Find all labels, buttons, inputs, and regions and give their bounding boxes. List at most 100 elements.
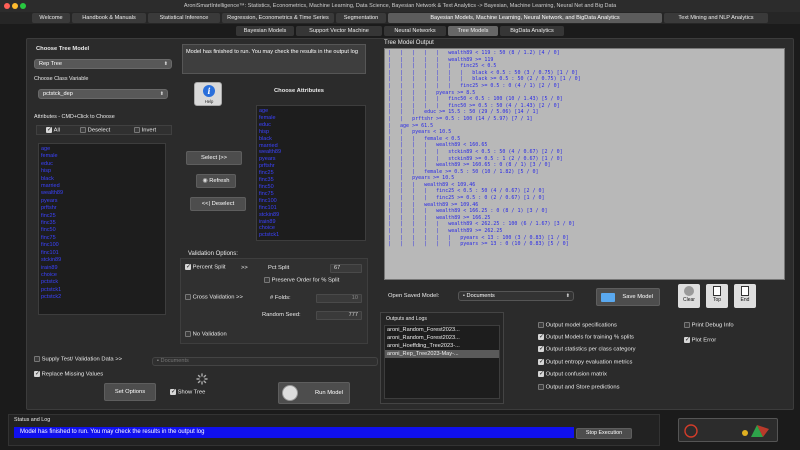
list-item[interactable]: pyears [39,198,165,205]
list-item[interactable]: black [39,176,165,183]
list-item[interactable]: aroni_Random_Forest2023... [385,334,499,342]
stop-execution-button[interactable]: Stop Execution [576,428,632,439]
output-model-specs-checkbox[interactable]: Output model specifications [538,322,617,329]
deselect-button[interactable]: <<| Deselect [190,197,246,211]
set-options-button[interactable]: Set Options [104,383,156,401]
cross-validation-radio[interactable]: Cross Validation >> [185,294,243,301]
list-item[interactable]: prftshr [39,205,165,212]
show-tree-checkbox[interactable]: Show Tree [170,388,205,396]
test-data-folder-select[interactable]: ▪ Documents [152,357,378,366]
list-item[interactable]: finc35 [39,220,165,227]
list-item[interactable]: educ [39,161,165,168]
list-item[interactable]: finc100 [39,242,165,249]
replace-missing-checkbox[interactable]: Replace Missing Values [34,370,103,378]
tab-handbook[interactable]: Handbook & Manuals [72,13,146,23]
list-item[interactable]: choice [257,225,365,232]
list-item[interactable]: prftshr [257,163,365,170]
list-item[interactable]: pctstck [39,279,165,286]
output-logs-list[interactable]: aroni_Random_Forest2023... aroni_Random_… [384,325,500,399]
list-item[interactable]: pctstck2 [39,294,165,301]
minimize-window-button[interactable] [12,3,18,9]
list-item[interactable]: wealth89 [39,190,165,197]
end-button[interactable]: End [734,284,756,308]
list-item[interactable]: wealth89 [257,149,365,156]
list-item[interactable]: married [39,183,165,190]
list-item[interactable]: black [257,136,365,143]
zoom-window-button[interactable] [20,3,26,9]
output-store-predictions-checkbox[interactable]: Output and Store predictions [538,384,619,391]
list-item[interactable]: pyears [257,156,365,163]
all-checkbox[interactable]: All [46,126,60,134]
subtab-bigdata-analytics[interactable]: BigData Analytics [500,26,564,36]
tree-output-text[interactable]: | | | | | wealth89 < 119 : 50 (8 / 1.2) … [384,48,785,280]
list-item[interactable]: pctstck1 [39,287,165,294]
list-item[interactable]: age [257,108,365,115]
invert-checkbox[interactable]: Invert [134,127,156,134]
top-button[interactable]: Top [706,284,728,308]
list-item[interactable]: finc100 [257,198,365,205]
list-item[interactable]: finc25 [39,213,165,220]
list-item[interactable]: married [257,143,365,150]
random-seed-input[interactable]: 777 [316,311,362,320]
output-statistics-checkbox[interactable]: Output statistics per class category [538,345,636,353]
deselect-checkbox[interactable]: Deselect [80,127,110,134]
list-item[interactable]: stckin89 [257,212,365,219]
percent-split-radio[interactable]: Percent Split [185,263,226,271]
output-confusion-matrix-checkbox[interactable]: Output confusion matrix [538,370,607,378]
list-item[interactable]: hisp [257,129,365,136]
tab-welcome[interactable]: Welcome [32,13,70,23]
folds-input[interactable]: 10 [316,294,362,303]
close-window-button[interactable] [4,3,10,9]
run-model-button[interactable]: Run Model [278,382,350,404]
tab-text-mining[interactable]: Text Mining and NLP Analytics [664,13,768,23]
list-item[interactable]: aroni_Random_Forest2023... [385,326,499,334]
list-item[interactable]: hisp [39,168,165,175]
print-debug-checkbox[interactable]: Print Debug Info [684,322,734,329]
list-item[interactable]: finc25 [257,170,365,177]
no-validation-radio[interactable]: No Validation [185,331,227,338]
list-item[interactable]: female [39,153,165,160]
help-button[interactable]: i Help [194,82,222,106]
tab-statistical-inference[interactable]: Statistical Inference [148,13,220,23]
list-item[interactable]: aroni_Rep_Tree2023-May-... [385,350,499,358]
subtab-neural-networks[interactable]: Neural Networks [384,26,446,36]
list-item[interactable]: finc101 [39,250,165,257]
list-item[interactable]: finc75 [257,191,365,198]
saved-model-select[interactable]: ▪ Documents ⬍ [458,291,574,301]
class-variable-select[interactable]: pctstck_dep ⬍ [38,89,168,99]
chosen-attributes-list[interactable]: age female educ hisp black married wealt… [256,105,366,241]
tab-bayesian-ml[interactable]: Bayesian Models, Machine Learning, Neura… [388,13,662,23]
save-model-button[interactable]: Save Model [596,288,660,306]
list-item[interactable]: choice [39,272,165,279]
list-item[interactable]: finc75 [39,235,165,242]
list-item[interactable]: aroni_Hoeffding_Tree2023-... [385,342,499,350]
output-entropy-checkbox[interactable]: Output entropy evaluation metrics [538,358,632,366]
list-item[interactable]: age [39,146,165,153]
refresh-button[interactable]: ◉ Refresh [196,174,236,188]
tab-segmentation[interactable]: Segmentation [336,13,386,23]
list-item[interactable]: finc101 [257,205,365,212]
preserve-order-checkbox[interactable]: Preserve Order for % Split [264,277,339,284]
pct-split-input[interactable]: 67 [330,264,362,273]
subtab-tree-models[interactable]: Tree Models [448,26,498,36]
list-item[interactable]: finc50 [257,184,365,191]
tab-regression[interactable]: Regression, Econometrics & Time Series [222,13,334,23]
list-item[interactable]: finc35 [257,177,365,184]
plot-error-checkbox[interactable]: Plot Error [684,336,716,344]
list-item[interactable]: irain89 [257,219,365,226]
supply-test-checkbox[interactable]: Supply Test/ Validation Data >> [34,356,122,363]
subtab-bayesian-models[interactable]: Bayesian Models [236,26,294,36]
tree-model-select[interactable]: Rep Tree ⬍ [34,59,172,69]
list-item[interactable]: educ [257,122,365,129]
list-item[interactable]: finc50 [39,227,165,234]
list-item[interactable]: stckin89 [39,257,165,264]
output-models-training-checkbox[interactable]: Output Models for training % splits [538,333,634,341]
subtab-svm[interactable]: Support Vector Machine [296,26,382,36]
list-item[interactable]: female [257,115,365,122]
clear-button[interactable]: Clear [678,284,700,308]
select-button[interactable]: Select |>> [186,151,242,165]
attributes-list[interactable]: age female educ hisp black married wealt… [38,143,166,315]
list-item[interactable]: irain89 [39,265,165,272]
saved-model-value: Documents [466,293,495,299]
list-item[interactable]: pctstck1 [257,232,365,239]
